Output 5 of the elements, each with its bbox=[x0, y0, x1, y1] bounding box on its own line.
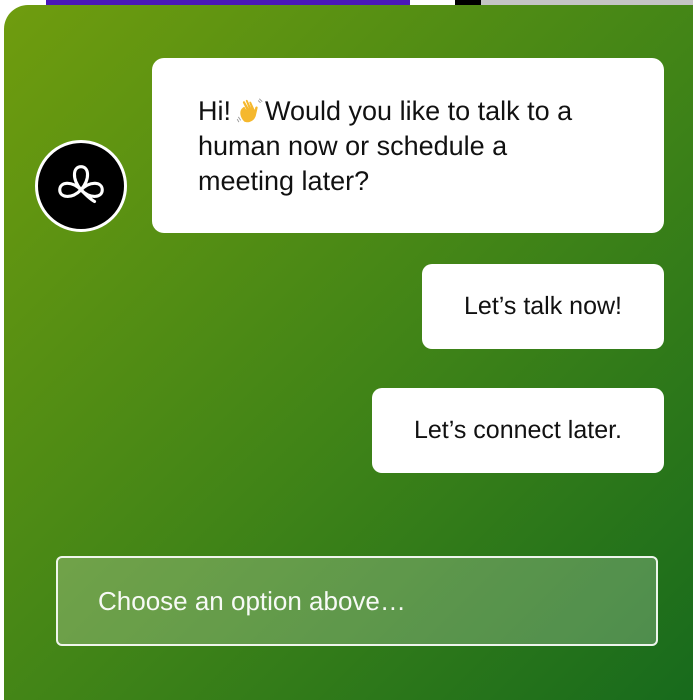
input-field[interactable]: Choose an option above… bbox=[56, 556, 658, 646]
message-text: Hi! Would you like to talk to a human now or schedule a meeting later? bbox=[198, 95, 574, 198]
option-button[interactable]: Let’s talk now! bbox=[422, 264, 664, 349]
waving-hand-icon bbox=[236, 97, 264, 125]
option-button[interactable]: Let’s connect later. bbox=[372, 388, 664, 473]
